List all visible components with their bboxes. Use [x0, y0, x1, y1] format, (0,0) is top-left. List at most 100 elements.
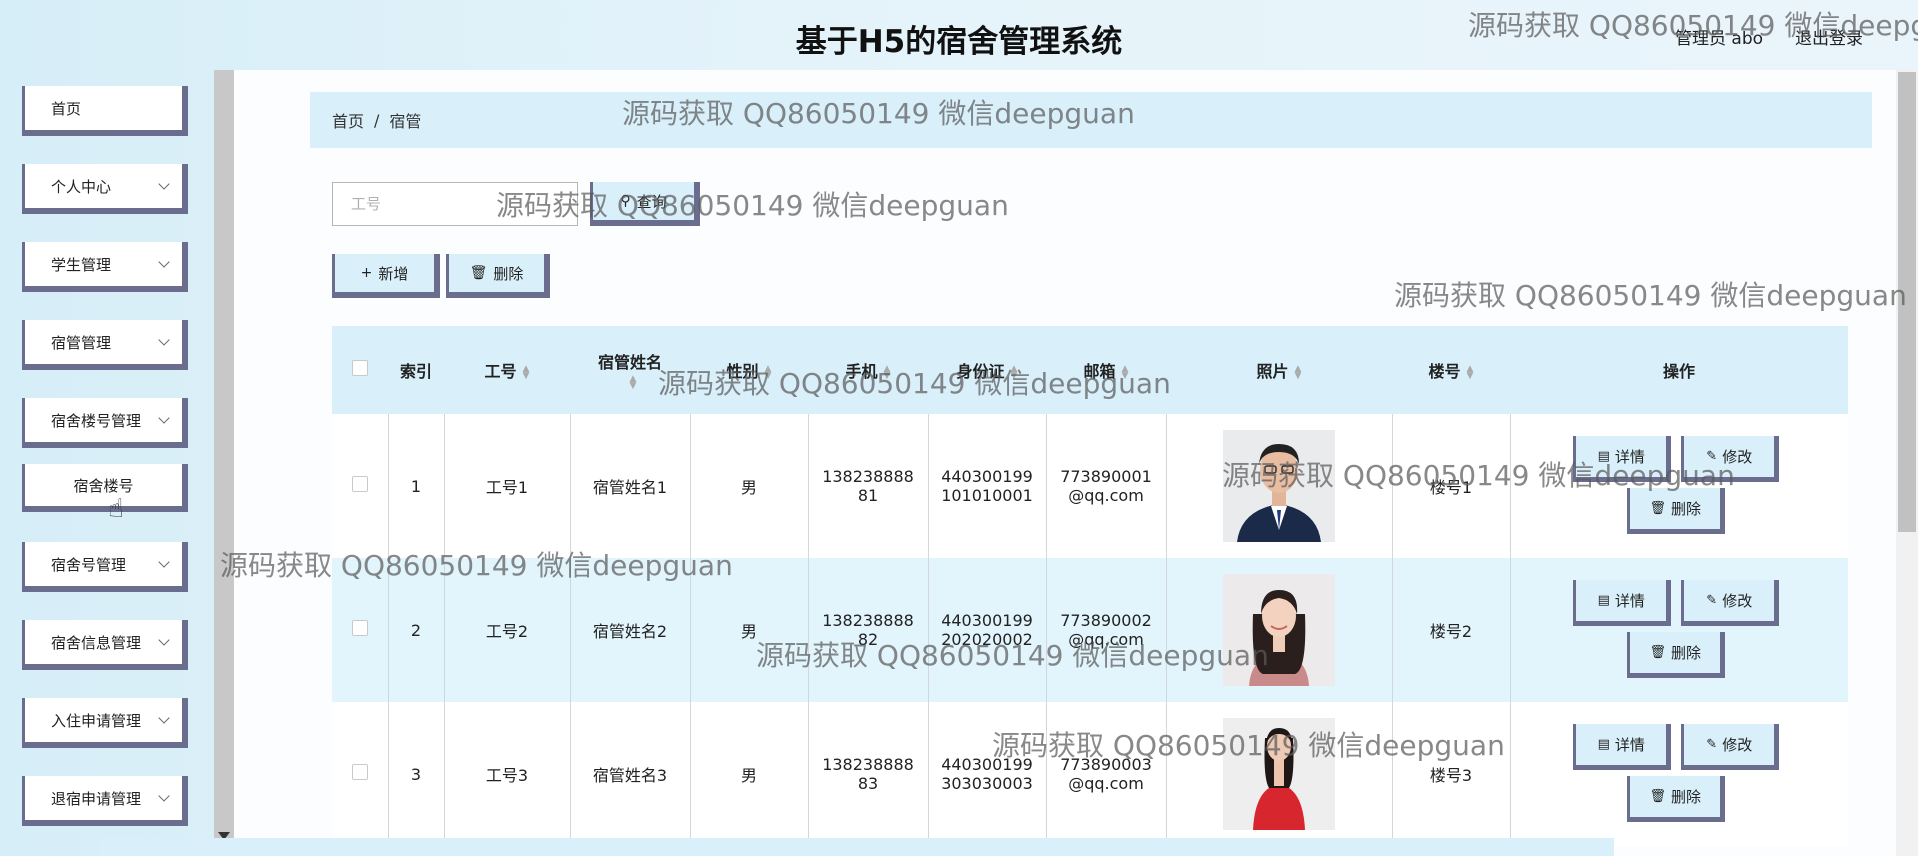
search-button[interactable]: ⚲ 查询 [590, 182, 700, 226]
batch-delete-label: 删除 [493, 264, 524, 283]
cell-index: 2 [387, 558, 444, 702]
edit-button[interactable]: ✎ 修改 [1681, 436, 1780, 482]
row-checkbox[interactable] [351, 476, 368, 492]
manager-photo-3[interactable] [1223, 718, 1335, 830]
cell-photo [1165, 414, 1392, 558]
sidebar-item-label: 入住申请管理 [51, 711, 142, 730]
select-all-checkbox[interactable] [352, 360, 368, 376]
sidebar-item-checkin[interactable]: 入住申请管理 [22, 698, 188, 748]
chevron-down-icon [158, 556, 170, 568]
col-photo[interactable]: 照片 ▲ ▼ [1166, 326, 1392, 414]
cell-actions: ▤ 详情 ✎ 修改 🗑 删除 [1509, 558, 1848, 702]
edit-label: 修改 [1722, 736, 1753, 754]
add-button[interactable]: + 新增 [332, 254, 440, 298]
sort-icon[interactable]: ▲ ▼ [1295, 364, 1302, 380]
col-actions-label: 操作 [1662, 362, 1695, 381]
sidebar-item-building-mgmt[interactable]: 宿舍楼号管理 [22, 398, 188, 448]
cell-id: 工号1 [443, 414, 570, 558]
chevron-down-icon [158, 712, 170, 724]
idcard-line-2: 101010001 [941, 486, 1033, 505]
row-checkbox[interactable] [351, 764, 368, 780]
search-input[interactable] [332, 182, 578, 226]
delete-label: 删除 [1671, 788, 1702, 806]
table-header-row: 索引 工号 ▲ ▼ 宿管姓名 ▲ ▼ 性别 ▲ ▼ 手机 ▲ ▼ 身份证 ▲ ▼ 邮箱 ▲ ▼ 照片 ▲ ▼… [332, 326, 1848, 414]
row-select-cell[interactable] [332, 702, 388, 846]
sidebar-item-room-mgmt[interactable]: 宿舍号管理 [22, 542, 188, 592]
breadcrumb-home[interactable]: 首页 [332, 108, 364, 132]
email-line-2: @qq.com [1068, 486, 1144, 505]
row-select-cell[interactable] [332, 558, 388, 702]
sidebar-subitem-building[interactable]: 宿舍楼号 [22, 464, 188, 512]
pencil-icon: ✎ [1706, 449, 1718, 464]
trash-icon: 🗑 [469, 265, 488, 281]
detail-button[interactable]: ▤ 详情 [1573, 436, 1672, 482]
main-scroll-thumb[interactable] [1898, 72, 1916, 532]
col-email[interactable]: 邮箱 ▲ ▼ [1046, 326, 1166, 414]
cell-building: 楼号3 [1391, 702, 1510, 846]
cell-name: 宿管姓名3 [569, 702, 690, 846]
search-icon: ⚲ [620, 193, 631, 209]
sort-icon[interactable]: ▲ ▼ [765, 364, 772, 380]
sidebar-item-home[interactable]: 首页 [22, 86, 188, 136]
sort-icon[interactable]: ▲ ▼ [1011, 364, 1018, 380]
row-checkbox[interactable] [351, 620, 368, 636]
table-row: 2 工号2 宿管姓名2 男 138238888 82 440300199 20202… [332, 558, 1848, 702]
add-button-label: 新增 [378, 264, 409, 283]
sort-icon[interactable]: ▲ ▼ [1467, 364, 1474, 380]
chevron-down-icon [158, 256, 170, 268]
logout-link[interactable]: 退出登录 [1795, 24, 1863, 49]
sort-icon[interactable]: ▲ ▼ [1122, 364, 1129, 380]
delete-button[interactable]: 🗑 删除 [1627, 632, 1726, 678]
edit-button[interactable]: ✎ 修改 [1681, 724, 1780, 770]
col-idcard[interactable]: 身份证 ▲ ▼ [928, 326, 1046, 414]
sort-icon[interactable]: ▲ ▼ [884, 364, 891, 380]
edit-label: 修改 [1722, 592, 1753, 610]
delete-button[interactable]: 🗑 删除 [1627, 488, 1726, 534]
breadcrumb-separator: / [374, 110, 380, 130]
select-all-cell[interactable] [332, 326, 388, 414]
sidebar-item-profile[interactable]: 个人中心 [22, 164, 188, 214]
row-actions: ▤ 详情 ✎ 修改 🗑 删除 [1569, 714, 1789, 834]
col-index: 索引 [388, 326, 444, 414]
col-id[interactable]: 工号 ▲ ▼ [444, 326, 570, 414]
sidebar-item-dorm-info[interactable]: 宿舍信息管理 [22, 620, 188, 670]
edit-button[interactable]: ✎ 修改 [1681, 580, 1780, 626]
col-gender[interactable]: 性别 ▲ ▼ [690, 326, 808, 414]
col-index-label: 索引 [399, 362, 432, 381]
cell-gender: 男 [689, 414, 808, 558]
trash-icon: 🗑 [1649, 501, 1666, 516]
idcard-line-2: 202020002 [941, 630, 1033, 649]
col-phone[interactable]: 手机 ▲ ▼ [808, 326, 928, 414]
chevron-down-icon [158, 412, 170, 424]
sort-icon[interactable]: ▲ ▼ [523, 364, 530, 380]
cell-id: 工号2 [443, 558, 570, 702]
batch-delete-button[interactable]: 🗑 删除 [446, 254, 550, 298]
detail-button[interactable]: ▤ 详情 [1573, 580, 1672, 626]
manager-photo-1[interactable] [1223, 430, 1335, 542]
sidebar-item-managers[interactable]: 宿管管理 [22, 320, 188, 370]
sort-icon[interactable]: ▲ ▼ [630, 375, 637, 391]
email-line-2: @qq.com [1068, 774, 1144, 793]
main-content: 首页 / 宿管 ⚲ 查询 + 新增 🗑 删除 索引 工号 ▲▼ 宿管姓名 ▲▼ 性别 ▲▼ … [234, 70, 1896, 856]
col-name[interactable]: 宿管姓名 ▲ ▼ [570, 326, 690, 414]
col-building[interactable]: 楼号 ▲ ▼ [1392, 326, 1510, 414]
manager-photo-2[interactable] [1223, 574, 1335, 686]
cell-name: 宿管姓名2 [569, 558, 690, 702]
cell-actions: ▤ 详情 ✎ 修改 🗑 删除 [1509, 702, 1848, 846]
row-select-cell[interactable] [332, 414, 388, 558]
sidebar-scrollbar[interactable] [214, 70, 234, 856]
sidebar-item-label: 宿舍楼号 [73, 476, 134, 495]
document-icon: ▤ [1597, 593, 1610, 608]
delete-button[interactable]: 🗑 删除 [1627, 776, 1726, 822]
chevron-down-icon [158, 634, 170, 646]
sidebar-item-checkout[interactable]: 退宿申请管理 [22, 776, 188, 826]
detail-button[interactable]: ▤ 详情 [1573, 724, 1672, 770]
cell-actions: ▤ 详情 ✎ 修改 🗑 删除 [1509, 414, 1848, 558]
search-button-label: 查询 [636, 192, 667, 211]
sidebar-item-label: 宿管管理 [51, 333, 112, 352]
cell-id: 工号3 [443, 702, 570, 846]
chevron-down-icon [158, 334, 170, 346]
sidebar-item-students[interactable]: 学生管理 [22, 242, 188, 292]
breadcrumb: 首页 / 宿管 [310, 92, 1872, 148]
document-icon: ▤ [1597, 737, 1610, 752]
